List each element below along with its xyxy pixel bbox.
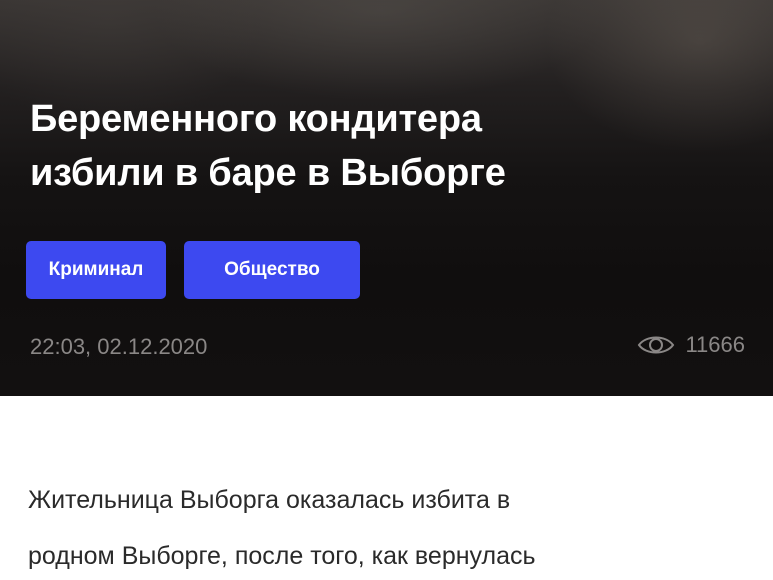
tag-criminal[interactable]: Криминал — [26, 241, 166, 299]
article-hero: Беременного кондитера избили в баре в Вы… — [0, 0, 773, 396]
article-body-line-2: родном Выборге, после того, как вернулас… — [28, 542, 536, 570]
article-title-line-1: Беременного кондитера — [30, 98, 482, 140]
article-body-line-1: Жительница Выборга оказалась избита в — [28, 486, 511, 514]
tag-list: Криминал Общество — [26, 241, 360, 299]
eye-icon — [637, 333, 675, 357]
publish-date: 22:03, 02.12.2020 — [30, 334, 208, 359]
article-title: Беременного кондитера избили в баре в Вы… — [30, 92, 730, 200]
article-body: Жительница Выборга оказалась избита в ро… — [28, 472, 748, 580]
tag-society[interactable]: Общество — [184, 241, 360, 299]
view-count: 11666 — [685, 332, 745, 357]
view-counter: 11666 — [637, 332, 745, 358]
article-title-line-2: избили в баре в Выборге — [30, 152, 506, 194]
article-page: Беременного кондитера избили в баре в Вы… — [0, 0, 773, 580]
